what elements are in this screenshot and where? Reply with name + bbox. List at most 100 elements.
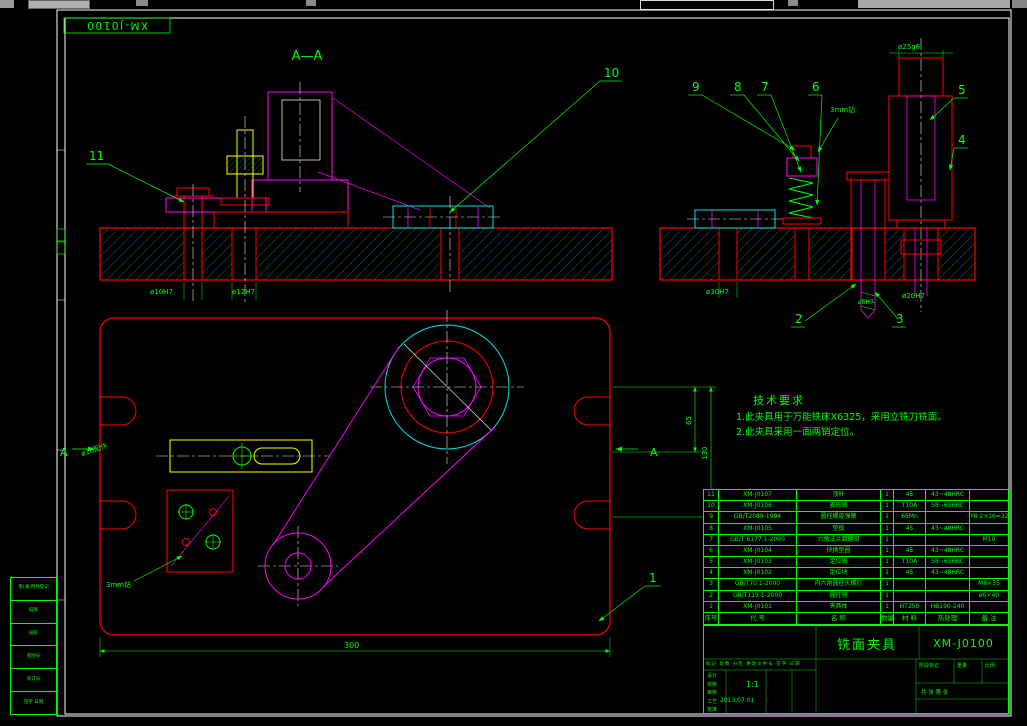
- stage-label: 阶段标记: [919, 663, 940, 669]
- bom-cell: 1: [881, 534, 894, 545]
- bom-cell: 1: [881, 523, 894, 534]
- note-drill-b: 3mm钻: [106, 580, 131, 589]
- callout-8: 8: [734, 80, 742, 94]
- bom-cell: M10: [982, 535, 996, 543]
- bom-cell: GB/T70.1-2000: [719, 579, 797, 590]
- bom-cell: 2: [704, 590, 719, 601]
- bom-cell: XM-J0103: [719, 557, 797, 568]
- bom-cell: 材 料: [894, 612, 926, 625]
- plan-view: 3mm钻 ø16配作 300 65 130 A A: [60, 310, 716, 657]
- callout-4: 4: [958, 133, 966, 147]
- margin-info-row: 签字 日期: [23, 699, 44, 705]
- bom-cell: [970, 524, 1008, 534]
- bom-cell: [926, 534, 970, 545]
- dim-phi10: ø10H7: [150, 288, 173, 296]
- bom-cell: 热处理: [926, 612, 970, 625]
- margin-info-row: 装订号: [11, 669, 56, 693]
- bom-cell: 1: [881, 490, 894, 501]
- bom-cell: [894, 590, 926, 601]
- bom-row: 6 XM-J0104 快换垫圈 1 45 43~48HRC: [704, 545, 1008, 558]
- bom-cell: 9: [704, 512, 719, 523]
- bom-cell: 5: [704, 557, 719, 568]
- bom-cell: 1: [881, 512, 894, 523]
- bom-cell: 1: [881, 545, 894, 557]
- callout-11: 11: [89, 149, 104, 163]
- bom-cell: GB/T119.1-2000: [719, 590, 797, 601]
- tech-title: 技术要求: [753, 394, 805, 407]
- bom-cell: [926, 512, 970, 523]
- margin-info-row: 描校: [11, 624, 56, 647]
- bom-cell: 代 号: [719, 612, 797, 625]
- bom-cell: [970, 602, 1008, 612]
- bom-cell: [894, 579, 926, 590]
- bom-row: 2 GB/T119.1-2000 圆柱销 1 ø6×40: [704, 590, 1008, 602]
- callout-7: 7: [761, 80, 769, 94]
- titleblock-role-label: 校核: [707, 681, 718, 688]
- bom-cell: 1: [881, 557, 894, 568]
- callout-3: 3: [896, 312, 904, 326]
- bom-cell: HB190-240: [926, 601, 970, 612]
- bom-table: 11 XM-J0107 顶杆 1 45 43~48HRC 10 XM-J0106 菱形销 1 T10…: [703, 489, 1009, 625]
- bom-cell: 58~63HRC: [926, 501, 970, 512]
- bom-cell: 数量: [881, 612, 894, 625]
- section-mark-left: A: [60, 446, 68, 459]
- drawing-title: 铣面夹具: [836, 638, 897, 653]
- bom-cell: 10: [704, 501, 719, 512]
- bom-cell: XM-J0102: [719, 568, 797, 579]
- bom-cell: 11: [704, 490, 719, 501]
- bom-row: 11 XM-J0107 顶杆 1 45 43~48HRC: [704, 490, 1008, 502]
- callout-2: 2: [795, 312, 803, 326]
- bom-cell: XM-J0105: [719, 523, 797, 534]
- bom-cell: 顶杆: [797, 490, 881, 501]
- bom-cell: [970, 568, 1008, 578]
- bom-cell: 1: [881, 579, 894, 590]
- bom-cell: 名 称: [797, 612, 881, 625]
- bom-cell: 4: [704, 568, 719, 579]
- dim-phi20: ø20H7: [902, 292, 925, 300]
- bom-cell: 3: [704, 579, 719, 590]
- dim-phi25: ø25g6: [898, 43, 921, 51]
- bom-cell: M6×35: [978, 580, 1000, 588]
- bom-cell: HT250: [894, 601, 926, 612]
- bom-header-row: 序号代 号名 称数量材 料热处理 备 注: [704, 612, 1008, 625]
- sheet-tag: XM-J0100: [63, 17, 171, 34]
- bom-cell: Y8 2×16=32: [970, 513, 1008, 521]
- drawing-number: XM-J0100: [933, 637, 994, 650]
- bom-row: 4 XM-J0102 定位块 1 45 43~48HRC: [704, 568, 1008, 580]
- bom-row: 1 XM-J0101 夹具体 1 HT250 HB190-240: [704, 601, 1008, 613]
- bom-row: 7 GB/T 6177.1-2000 六角法兰面螺母 1 M10: [704, 534, 1008, 546]
- bom-cell: XM-J0107: [719, 490, 797, 501]
- bom-cell: T10A: [894, 557, 926, 568]
- margin-info-block: 借(通)用件登记 描图 描校 底图号 装订号 签字 日期: [10, 577, 57, 715]
- screen: XM-J0100 A—A ø10H7 ø12H7 ø25g6 ø30H7 ø20…: [0, 0, 1027, 726]
- callout-10: 10: [604, 66, 619, 80]
- bom-cell: GB/T 6177.1-2000: [719, 534, 797, 545]
- callout-1: 1: [649, 571, 657, 585]
- bom-cell: 内六角圆柱头螺钉: [797, 579, 881, 590]
- titleblock-role-label: 审核: [707, 690, 718, 697]
- bom-cell: GB/T2089-1994: [719, 512, 797, 523]
- bom-cell: ø6×40: [978, 591, 1000, 599]
- dim-phi12: ø12H7: [232, 288, 255, 296]
- section-title: A—A: [292, 49, 323, 64]
- bom-cell: 43~48HRC: [926, 490, 970, 501]
- bom-cell: [926, 590, 970, 601]
- bom-row: 5 XM-J0103 定位销 1 T10A 58~63HRC: [704, 557, 1008, 569]
- bom-cell: 65Mn: [894, 512, 926, 523]
- bom-cell: [970, 546, 1008, 556]
- bom-cell: [970, 501, 1008, 511]
- section-mark-right: A: [650, 446, 658, 459]
- bom-cell: 1: [881, 590, 894, 601]
- margin-info-row: 借(通)用件登记: [11, 578, 56, 601]
- bom-cell: 1: [881, 501, 894, 512]
- weight-label: 重量: [957, 663, 968, 669]
- note-drill-a: 3mm钻: [830, 105, 855, 114]
- bom-cell: 六角法兰面螺母: [797, 534, 881, 545]
- bom-cell: 快换垫圈: [797, 545, 881, 557]
- bom-cell: 夹具体: [797, 601, 881, 612]
- note-phi16: ø16配作: [80, 441, 109, 458]
- bom-row: 3 GB/T70.1-2000 内六角圆柱头螺钉 1 M6×35: [704, 579, 1008, 591]
- bom-row: 10 XM-J0106 菱形销 1 T10A 58~63HRC: [704, 501, 1008, 513]
- bom-cell: 菱形销: [797, 501, 881, 512]
- bom-cell: XM-J0101: [719, 601, 797, 612]
